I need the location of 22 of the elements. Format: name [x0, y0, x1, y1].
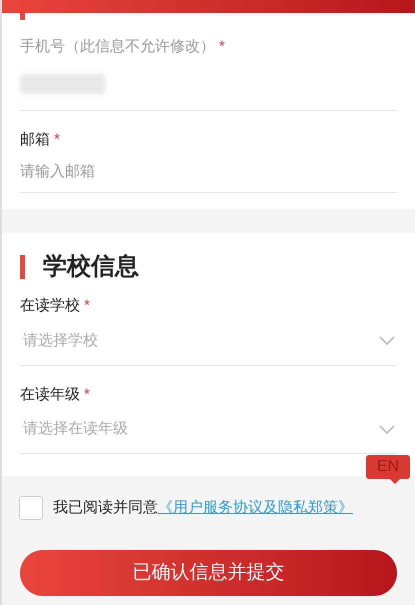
section-title: 学校信息	[43, 252, 139, 282]
select-field[interactable]: 请选择学校	[20, 318, 397, 366]
required-mark: *	[54, 130, 60, 148]
required-mark: *	[84, 386, 90, 402]
required-mark: *	[219, 38, 225, 55]
input-field[interactable]: 请输入邮箱	[20, 151, 397, 193]
agreement-link[interactable]: 《用户服务协议及隐私郑策》	[158, 496, 353, 520]
language-badge[interactable]: EN	[366, 455, 410, 479]
select-field[interactable]: 请选择在读年级	[20, 406, 397, 454]
badge-pointer-icon	[390, 479, 400, 484]
section-accent	[20, 255, 25, 279]
submit-button[interactable]: 已确认信息并提交	[20, 550, 397, 596]
field-label: 在读年级	[20, 386, 80, 402]
agreement-text: 我已阅读并同意	[53, 498, 158, 518]
field-label: 邮箱	[20, 130, 50, 148]
chevron-down-icon	[379, 336, 395, 346]
required-mark: *	[84, 297, 90, 314]
field-label: 在读学校	[20, 297, 80, 314]
section-accent	[20, 13, 25, 20]
field-label: 手机号（此信息不允许修改）	[20, 38, 215, 55]
chevron-down-icon	[379, 424, 395, 434]
agreement-checkbox[interactable]	[19, 496, 43, 520]
